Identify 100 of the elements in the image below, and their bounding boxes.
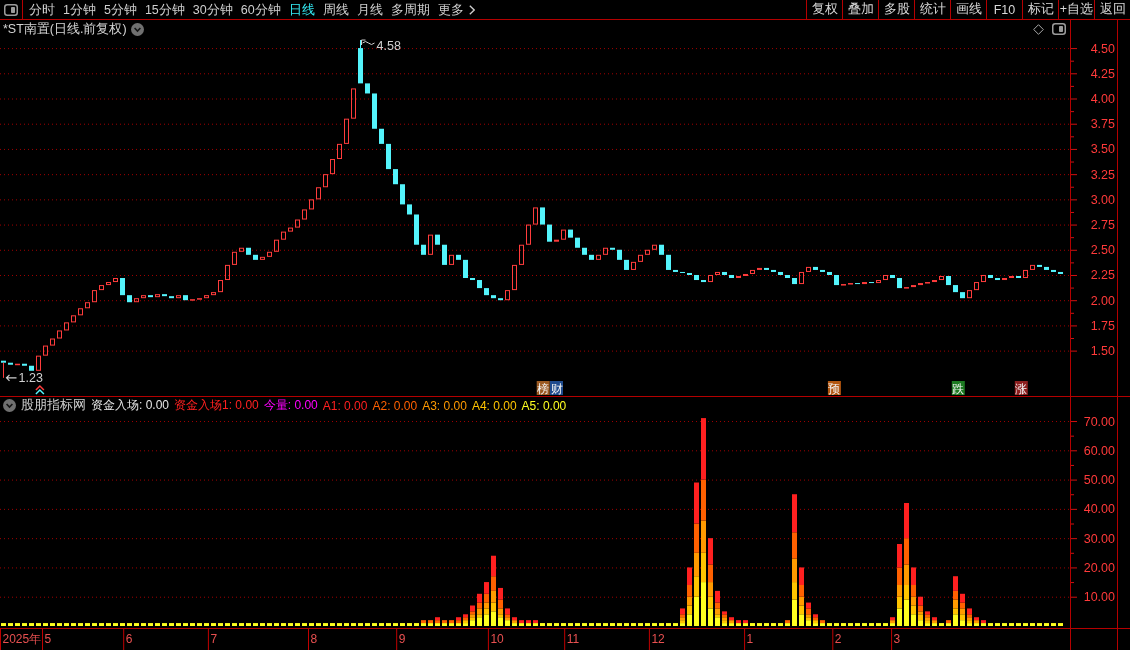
axis-label: 20.00 xyxy=(1083,560,1115,575)
bar xyxy=(596,623,601,626)
bar xyxy=(911,596,916,606)
more-button[interactable]: 更多 xyxy=(437,0,475,19)
axis-label: 6 xyxy=(125,632,133,646)
bar xyxy=(897,596,902,609)
toolbar-button[interactable]: 叠加 xyxy=(842,0,878,19)
bar xyxy=(1044,623,1049,626)
period-tab[interactable]: 日线 xyxy=(288,0,315,19)
bar xyxy=(43,623,48,626)
legend-item: A2: 0.00 xyxy=(372,398,418,413)
bar xyxy=(806,620,811,626)
bar xyxy=(330,623,335,626)
bar xyxy=(715,608,720,615)
bar xyxy=(190,623,195,626)
bar xyxy=(379,623,384,626)
bar xyxy=(274,623,279,626)
event-tag[interactable]: 涨 xyxy=(1014,381,1028,396)
bar xyxy=(687,567,692,586)
bar xyxy=(491,611,496,626)
toolbar-button[interactable]: 多股 xyxy=(878,0,914,19)
toolbar-button[interactable]: +自选 xyxy=(1058,0,1094,19)
axis-label: 2.25 xyxy=(1090,268,1115,283)
bar xyxy=(498,587,503,600)
bar xyxy=(407,623,412,626)
pointer-icon xyxy=(361,39,375,46)
bar xyxy=(904,585,909,600)
bar xyxy=(617,623,622,626)
bar xyxy=(687,585,692,597)
bar xyxy=(694,596,699,626)
bar xyxy=(491,576,496,591)
period-tab[interactable]: 周线 xyxy=(322,0,349,19)
bar xyxy=(638,623,643,626)
bar xyxy=(953,590,958,600)
chevron-down-icon[interactable] xyxy=(3,399,16,412)
event-tag[interactable]: 榜 xyxy=(536,381,550,396)
period-tab[interactable]: 多周期 xyxy=(390,0,430,19)
bar xyxy=(967,608,972,615)
bar xyxy=(911,585,916,597)
toolbar-button[interactable]: F10 xyxy=(986,0,1022,19)
bar xyxy=(876,623,881,626)
axis-label: 3 xyxy=(893,632,901,646)
bar xyxy=(631,623,636,626)
axis-label: 8 xyxy=(310,632,318,646)
toolbar-button[interactable]: 标记 xyxy=(1022,0,1058,19)
bar xyxy=(113,623,118,626)
axis-label: 1.50 xyxy=(1090,344,1115,359)
bar xyxy=(484,614,489,626)
bar xyxy=(8,623,13,626)
bar xyxy=(92,623,97,626)
axis-label: 30.00 xyxy=(1083,531,1115,546)
period-tab[interactable]: 分时 xyxy=(29,0,55,19)
bar xyxy=(246,623,251,626)
bar xyxy=(288,623,293,626)
bar xyxy=(624,623,629,626)
chevron-down-icon[interactable] xyxy=(130,22,144,36)
bar xyxy=(36,623,41,626)
event-tag[interactable]: 预 xyxy=(827,381,841,396)
period-tab[interactable]: 月线 xyxy=(356,0,383,19)
diamond-icon[interactable] xyxy=(1033,23,1044,35)
bar xyxy=(225,623,230,626)
period-tab[interactable]: 30分钟 xyxy=(192,0,233,19)
axis-label: 2.50 xyxy=(1090,243,1115,258)
bar xyxy=(484,582,489,594)
event-tag[interactable]: 财 xyxy=(550,381,563,396)
bar xyxy=(148,623,153,626)
bar xyxy=(911,605,916,615)
bar xyxy=(344,623,349,626)
bar xyxy=(715,617,720,626)
bar xyxy=(960,620,965,626)
period-tab[interactable]: 60分钟 xyxy=(240,0,281,19)
bar xyxy=(701,552,706,583)
bar xyxy=(477,608,482,615)
period-tab[interactable]: 1分钟 xyxy=(63,0,96,19)
toolbar-button[interactable]: 统计 xyxy=(914,0,950,19)
period-tab[interactable]: 15分钟 xyxy=(144,0,185,19)
bar xyxy=(302,623,307,626)
legend-item: A5: 0.00 xyxy=(521,398,567,413)
bar xyxy=(29,623,34,626)
bar xyxy=(582,623,587,626)
axis-label: 50.00 xyxy=(1083,473,1115,488)
bar xyxy=(57,623,62,626)
event-tag[interactable]: 跌 xyxy=(951,381,965,396)
period-tab[interactable]: 5分钟 xyxy=(103,0,137,19)
toolbar-button[interactable]: 返回 xyxy=(1094,0,1130,19)
bar xyxy=(183,623,188,626)
axis-label: 7 xyxy=(210,632,218,646)
legend-item: 资金入场1: 0.00 xyxy=(174,397,259,414)
chevron-right-icon xyxy=(468,4,475,15)
bar xyxy=(911,614,916,626)
panel-icon xyxy=(4,3,18,16)
panel-icon[interactable] xyxy=(1052,23,1066,35)
bar xyxy=(589,623,594,626)
bar xyxy=(491,555,496,577)
bar xyxy=(505,608,510,615)
toolbar-button[interactable]: 画线 xyxy=(950,0,986,19)
bar xyxy=(106,623,111,626)
toolbar-button[interactable]: 复权 xyxy=(806,0,842,19)
axis-label: 60.00 xyxy=(1083,443,1115,458)
bar xyxy=(477,617,482,626)
